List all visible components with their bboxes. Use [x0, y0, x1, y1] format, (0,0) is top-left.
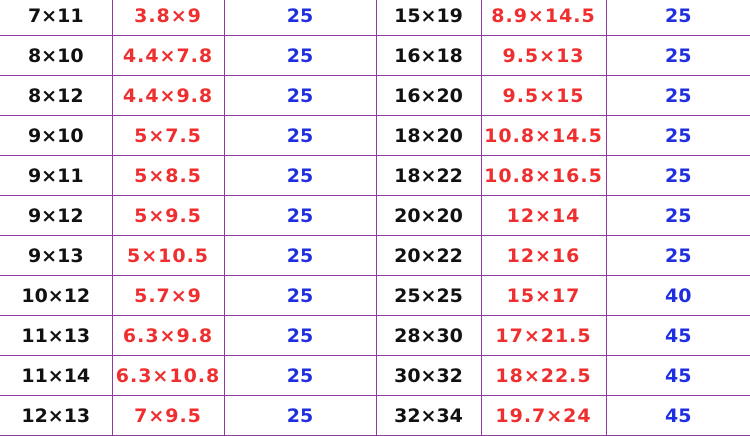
left-dimension-cell: 4.4×9.8 — [112, 75, 225, 116]
left-quantity-cell: 25 — [224, 155, 377, 196]
left-dimension-cell: 5×8.5 — [112, 155, 225, 196]
table-row: 11×14 6.3×10.8 25 30×32 18×22.5 45 — [0, 355, 750, 396]
table-row: 10×12 5.7×9 25 25×25 15×17 40 — [0, 275, 750, 316]
left-size-cell: 12×13 — [0, 395, 113, 436]
left-size-cell: 8×12 — [0, 75, 113, 116]
left-dimension-cell: 3.8×9 — [112, 0, 225, 36]
left-dimension-cell: 5×9.5 — [112, 195, 225, 236]
left-dimension-cell: 5.7×9 — [112, 275, 225, 316]
right-dimension-cell: 15×17 — [481, 275, 607, 316]
table-row: 7×11 3.8×9 25 15×19 8.9×14.5 25 — [0, 0, 750, 36]
right-dimension-cell: 18×22.5 — [481, 355, 607, 396]
right-quantity-cell: 25 — [606, 235, 750, 276]
left-size-cell: 10×12 — [0, 275, 113, 316]
right-quantity-cell: 25 — [606, 155, 750, 196]
left-quantity-cell: 25 — [224, 235, 377, 276]
right-size-cell: 25×25 — [376, 275, 482, 316]
right-dimension-cell: 12×16 — [481, 235, 607, 276]
right-dimension-cell: 19.7×24 — [481, 395, 607, 436]
right-dimension-cell: 12×14 — [481, 195, 607, 236]
right-size-cell: 15×19 — [376, 0, 482, 36]
table-row: 8×12 4.4×9.8 25 16×20 9.5×15 25 — [0, 75, 750, 116]
table-row: 9×12 5×9.5 25 20×20 12×14 25 — [0, 195, 750, 236]
table-row: 9×10 5×7.5 25 18×20 10.8×14.5 25 — [0, 115, 750, 156]
right-quantity-cell: 25 — [606, 35, 750, 76]
right-quantity-cell: 40 — [606, 275, 750, 316]
right-size-cell: 16×18 — [376, 35, 482, 76]
left-quantity-cell: 25 — [224, 355, 377, 396]
left-size-cell: 9×13 — [0, 235, 113, 276]
right-quantity-cell: 25 — [606, 0, 750, 36]
left-size-cell: 8×10 — [0, 35, 113, 76]
table-row: 11×13 6.3×9.8 25 28×30 17×21.5 45 — [0, 315, 750, 356]
right-dimension-cell: 9.5×13 — [481, 35, 607, 76]
size-table: 7×11 3.8×9 25 15×19 8.9×14.5 25 8×10 4.4×7.8 25 1… — [0, 0, 750, 436]
left-size-cell: 7×11 — [0, 0, 113, 36]
left-quantity-cell: 25 — [224, 35, 377, 76]
left-dimension-cell: 7×9.5 — [112, 395, 225, 436]
right-dimension-cell: 9.5×15 — [481, 75, 607, 116]
right-quantity-cell: 45 — [606, 355, 750, 396]
right-quantity-cell: 25 — [606, 195, 750, 236]
left-quantity-cell: 25 — [224, 395, 377, 436]
right-size-cell: 30×32 — [376, 355, 482, 396]
right-size-cell: 28×30 — [376, 315, 482, 356]
right-dimension-cell: 10.8×14.5 — [481, 115, 607, 156]
left-quantity-cell: 25 — [224, 195, 377, 236]
left-quantity-cell: 25 — [224, 315, 377, 356]
right-dimension-cell: 8.9×14.5 — [481, 0, 607, 36]
right-quantity-cell: 25 — [606, 115, 750, 156]
left-size-cell: 9×11 — [0, 155, 113, 196]
left-quantity-cell: 25 — [224, 275, 377, 316]
table-row: 8×10 4.4×7.8 25 16×18 9.5×13 25 — [0, 35, 750, 76]
left-quantity-cell: 25 — [224, 115, 377, 156]
left-quantity-cell: 25 — [224, 75, 377, 116]
table-row: 9×13 5×10.5 25 20×22 12×16 25 — [0, 235, 750, 276]
left-dimension-cell: 6.3×10.8 — [112, 355, 225, 396]
right-dimension-cell: 10.8×16.5 — [481, 155, 607, 196]
left-dimension-cell: 6.3×9.8 — [112, 315, 225, 356]
left-dimension-cell: 5×7.5 — [112, 115, 225, 156]
right-quantity-cell: 45 — [606, 395, 750, 436]
left-size-cell: 11×14 — [0, 355, 113, 396]
right-quantity-cell: 45 — [606, 315, 750, 356]
size-table-body: 7×11 3.8×9 25 15×19 8.9×14.5 25 8×10 4.4×7.8 25 1… — [0, 0, 750, 436]
right-quantity-cell: 25 — [606, 75, 750, 116]
left-size-cell: 9×10 — [0, 115, 113, 156]
table-row: 12×13 7×9.5 25 32×34 19.7×24 45 — [0, 395, 750, 436]
right-size-cell: 18×20 — [376, 115, 482, 156]
right-size-cell: 20×20 — [376, 195, 482, 236]
right-size-cell: 20×22 — [376, 235, 482, 276]
table-row: 9×11 5×8.5 25 18×22 10.8×16.5 25 — [0, 155, 750, 196]
right-size-cell: 32×34 — [376, 395, 482, 436]
right-size-cell: 18×22 — [376, 155, 482, 196]
left-size-cell: 9×12 — [0, 195, 113, 236]
right-dimension-cell: 17×21.5 — [481, 315, 607, 356]
left-dimension-cell: 5×10.5 — [112, 235, 225, 276]
left-dimension-cell: 4.4×7.8 — [112, 35, 225, 76]
left-quantity-cell: 25 — [224, 0, 377, 36]
right-size-cell: 16×20 — [376, 75, 482, 116]
left-size-cell: 11×13 — [0, 315, 113, 356]
